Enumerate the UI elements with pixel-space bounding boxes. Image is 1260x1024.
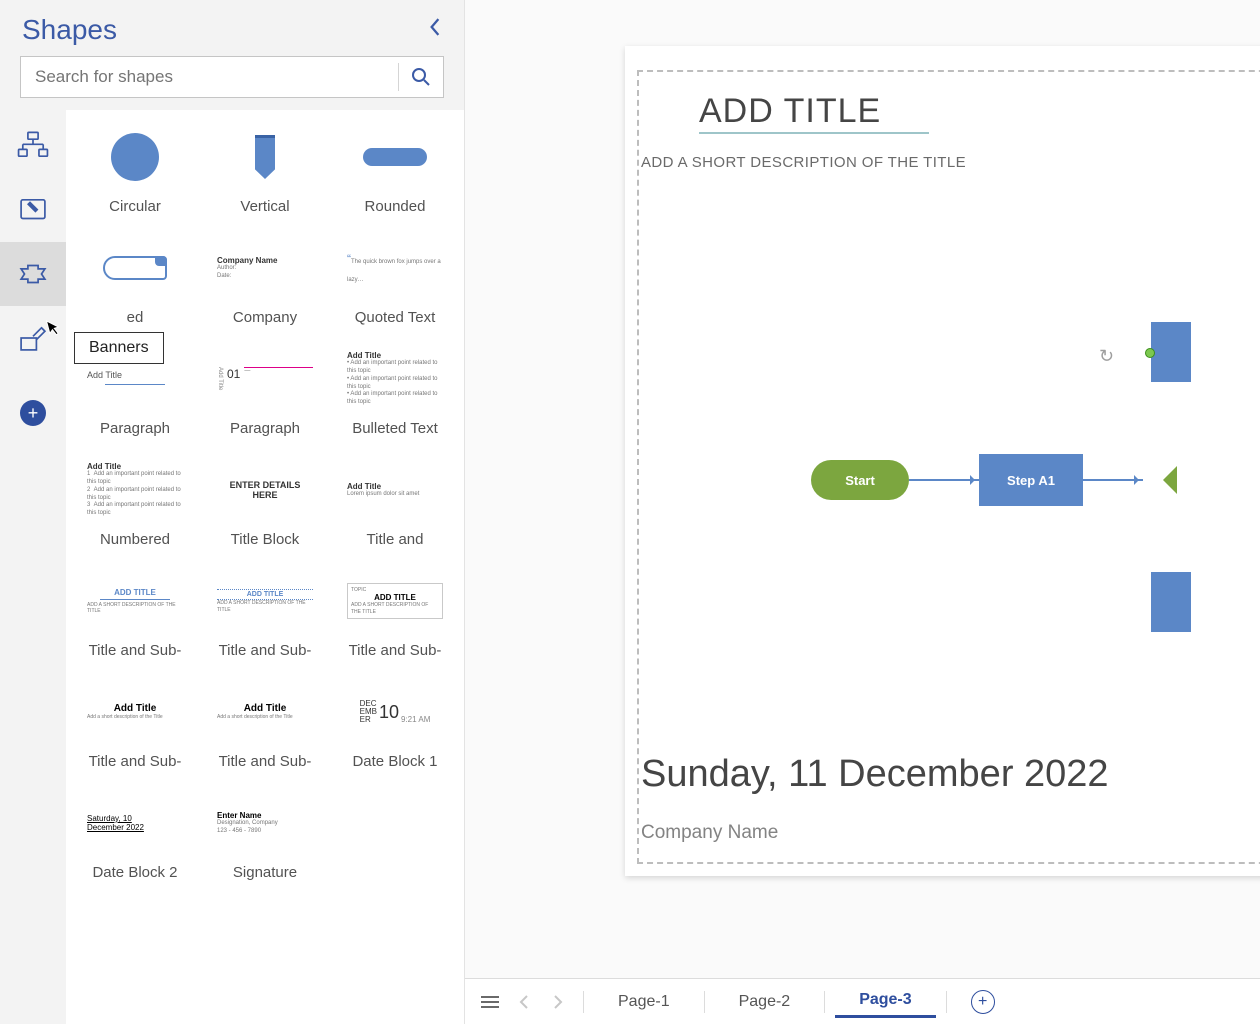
category-containers[interactable]	[0, 178, 66, 242]
shape-circular[interactable]	[76, 122, 194, 192]
shape-label: Company	[233, 309, 297, 326]
tab-separator	[704, 991, 705, 1013]
next-page-button[interactable]	[543, 987, 573, 1017]
shape-bulleted[interactable]: Add Title• Add an important point relate…	[336, 344, 454, 414]
shapes-panel: Shapes +	[0, 0, 465, 1024]
page-margin: ADD TITLE ADD A SHORT DESCRIPTION OF THE…	[637, 70, 1260, 864]
shape-search	[20, 56, 444, 98]
shape-company[interactable]: Company NameAuthor:Date:	[206, 233, 324, 303]
tab-separator	[824, 991, 825, 1013]
flow-block-bottom[interactable]	[1151, 572, 1191, 632]
shape-label: Paragraph	[230, 420, 300, 437]
tab-separator	[946, 991, 947, 1013]
add-page-button[interactable]: +	[971, 990, 995, 1014]
shape-title-sub-2[interactable]: ADD TITLEADD A SHORT DESCRIPTION OF THE …	[206, 566, 324, 636]
shape-label: Vertical	[240, 198, 289, 215]
shape-title-and[interactable]: Add TitleLorem ipsum dolor sit amet	[336, 455, 454, 525]
shape-label: Rounded	[365, 198, 426, 215]
shape-label: Title Block	[231, 531, 300, 548]
all-pages-button[interactable]	[475, 987, 505, 1017]
tab-separator	[583, 991, 584, 1013]
category-flowchart[interactable]	[0, 114, 66, 178]
rotate-handle-icon[interactable]: ↻	[1099, 346, 1114, 367]
shape-quoted[interactable]: “The quick brown fox jumps over a lazy…	[336, 233, 454, 303]
category-strip: +	[0, 110, 66, 1024]
shape-label: Title and	[367, 531, 424, 548]
shape-label: Title and Sub-	[349, 642, 442, 659]
connector-2[interactable]	[1083, 479, 1143, 481]
shape-date-block-2[interactable]: Saturday, 10December 2022	[76, 788, 194, 858]
selection-handle[interactable]	[1145, 348, 1155, 358]
shape-signature[interactable]: Enter NameDesignation, Company123 - 456 …	[206, 788, 324, 858]
shape-title-block[interactable]: ENTER DETAILS HERE	[206, 455, 324, 525]
shape-title-sub-5[interactable]: Add TitleAdd a short description of the …	[206, 677, 324, 747]
shape-label: Quoted Text	[355, 309, 436, 326]
page-tab-bar: Page-1 Page-2 Page-3 +	[465, 978, 1260, 1024]
shape-label: Title and Sub-	[219, 642, 312, 659]
shape-label: ed	[127, 309, 144, 326]
shape-gallery: Circular Vertical Rounded ed Company Nam…	[66, 110, 464, 1024]
shape-label: Title and Sub-	[89, 753, 182, 770]
drawing-page[interactable]: ADD TITLE ADD A SHORT DESCRIPTION OF THE…	[625, 46, 1260, 876]
shape-title-sub-3[interactable]: TOPICADD TITLEADD A SHORT DESCRIPTION OF…	[336, 566, 454, 636]
prev-page-button[interactable]	[509, 987, 539, 1017]
shape-label: Bulleted Text	[352, 420, 438, 437]
shape-capsule[interactable]	[76, 233, 194, 303]
shape-title-sub-1[interactable]: ADD TITLEADD A SHORT DESCRIPTION OF THE …	[76, 566, 194, 636]
tab-page-2[interactable]: Page-2	[715, 987, 815, 1017]
shape-paragraph-2[interactable]: Add Title01—	[206, 344, 324, 414]
connector-1[interactable]	[909, 479, 979, 481]
page-title-placeholder[interactable]: ADD TITLE	[699, 92, 881, 131]
flow-start-shape[interactable]: Start	[811, 460, 909, 500]
category-banners[interactable]	[0, 242, 66, 306]
shape-label: Circular	[109, 198, 161, 215]
shape-numbered[interactable]: Add Title1 Add an important point relate…	[76, 455, 194, 525]
search-button[interactable]	[399, 67, 443, 87]
tab-page-1[interactable]: Page-1	[594, 987, 694, 1017]
collapse-panel-button[interactable]	[428, 18, 442, 42]
canvas-area[interactable]: ADD TITLE ADD A SHORT DESCRIPTION OF THE…	[465, 0, 1260, 1024]
shape-title-sub-4[interactable]: Add TitleAdd a short description of the …	[76, 677, 194, 747]
flow-block-top[interactable]	[1151, 322, 1191, 382]
shape-date-block-1[interactable]: DECEMBER109:21 AM	[336, 677, 454, 747]
flow-step-shape[interactable]: Step A1	[979, 454, 1083, 506]
page-date-text[interactable]: Sunday, 11 December 2022	[641, 753, 1109, 796]
shape-rounded[interactable]	[336, 122, 454, 192]
shapes-panel-title: Shapes	[22, 14, 117, 46]
shape-vertical[interactable]	[206, 122, 324, 192]
shape-label: Date Block 1	[352, 753, 437, 770]
flow-decision-collapsed[interactable]	[1149, 466, 1177, 494]
page-company-text[interactable]: Company Name	[641, 822, 778, 844]
shape-label: Numbered	[100, 531, 170, 548]
category-tooltip: Banners	[74, 332, 164, 364]
shape-label: Title and Sub-	[219, 753, 312, 770]
tab-page-3[interactable]: Page-3	[835, 985, 935, 1018]
add-category-button[interactable]: +	[20, 400, 46, 426]
search-input[interactable]	[21, 67, 398, 87]
shape-label: Paragraph	[100, 420, 170, 437]
shape-label: Date Block 2	[92, 864, 177, 881]
shape-label: Title and Sub-	[89, 642, 182, 659]
shape-label: Signature	[233, 864, 297, 881]
page-subtitle-placeholder[interactable]: ADD A SHORT DESCRIPTION OF THE TITLE	[641, 154, 966, 171]
page-title-underline	[699, 132, 929, 134]
